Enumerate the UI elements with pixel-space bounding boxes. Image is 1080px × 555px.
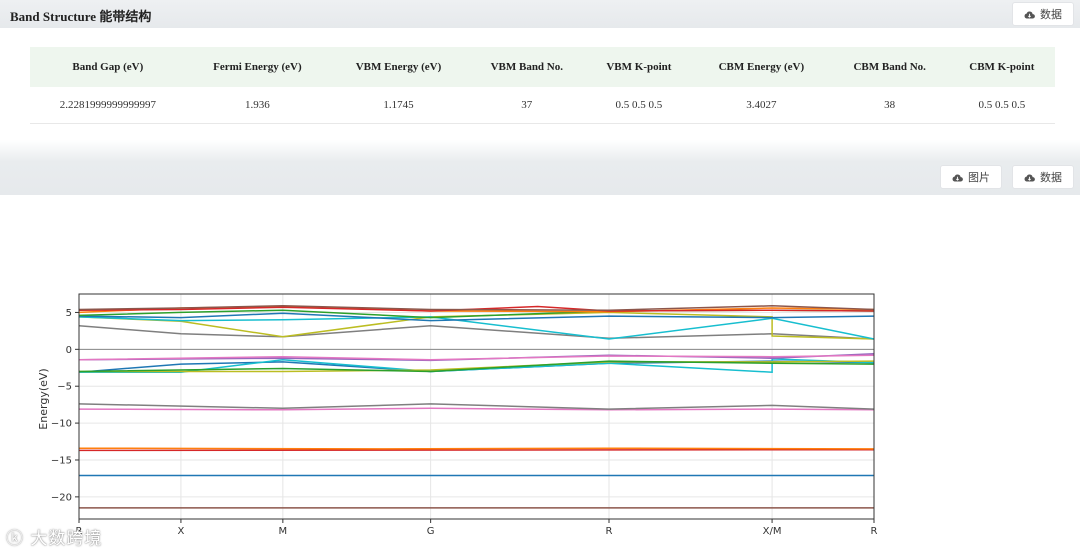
x-tick-label: G: [427, 526, 435, 537]
cloud-download-icon: [1024, 10, 1035, 19]
table-cell: 37: [467, 87, 586, 124]
y-tick-label: −10: [51, 419, 72, 430]
table-cell: 3.4027: [692, 87, 831, 124]
cloud-download-icon: [1024, 173, 1035, 182]
column-header: CBM Energy (eV): [718, 61, 805, 73]
cloud-download-icon: [952, 173, 963, 182]
y-tick-label: −20: [51, 492, 72, 503]
axes-layer: R X M G R X/M R50−5−10−15−20: [51, 293, 878, 537]
x-tick-label: R: [871, 526, 878, 537]
column-header: VBM K-point: [606, 61, 672, 73]
table-cell: 0.5 0.5 0.5: [948, 87, 1055, 124]
band-summary-table: Band Gap (eV) Fermi Energy (eV) VBM Ener…: [30, 47, 1055, 124]
table-cell: 2.2281999999999997: [30, 87, 186, 124]
x-tick-label: R: [606, 526, 613, 537]
band-line: [78, 407, 875, 411]
band-line: [78, 324, 875, 340]
band-line: [78, 316, 875, 340]
data-button-label: 数据: [1040, 9, 1062, 21]
table-row: 2.2281999999999997 1.936 1.1745 37 0.5 0…: [30, 87, 1055, 124]
page-title: Band Structure 能带结构: [10, 9, 152, 24]
y-tick-label: −5: [57, 382, 72, 393]
table-header-row: Band Gap (eV) Fermi Energy (eV) VBM Ener…: [30, 47, 1055, 87]
y-tick-label: 5: [66, 308, 72, 319]
table-cell: 1.936: [185, 87, 330, 124]
y-tick-label: −15: [51, 455, 72, 466]
column-header: Fermi Energy (eV): [213, 61, 302, 73]
band-line: [78, 312, 875, 322]
download-data-button[interactable]: 数据: [1012, 2, 1074, 26]
x-tick-label: X: [177, 526, 184, 537]
download-chart-data-button[interactable]: 数据: [1012, 165, 1074, 189]
watermark-logo: ⓚ 大数跨境: [6, 524, 102, 549]
band-line: [78, 447, 875, 450]
column-header: CBM K-point: [969, 61, 1035, 73]
bands-layer: [78, 305, 875, 509]
x-tick-label: M: [279, 526, 288, 537]
y-axis-label: Energy(eV): [37, 368, 50, 429]
watermark-text: 大数跨境: [30, 529, 103, 549]
watermark-icon: ⓚ: [6, 529, 31, 549]
column-header: CBM Band No.: [853, 61, 926, 73]
data-button-label: 数据: [1040, 172, 1062, 184]
band-structure-chart: R X M G R X/M R50−5−10−15−20 Energy(eV): [37, 293, 878, 537]
table-cell: 0.5 0.5 0.5: [585, 87, 693, 124]
image-button-label: 图片: [968, 172, 990, 184]
download-image-button[interactable]: 图片: [940, 165, 1002, 189]
column-header: Band Gap (eV): [72, 61, 144, 73]
column-header: VBM Band No.: [490, 61, 563, 73]
chart-toolbar: 图片 数据: [0, 140, 1080, 195]
x-tick-label: X/M: [763, 526, 782, 537]
table-cell: 1.1745: [329, 87, 468, 124]
y-tick-label: 0: [66, 345, 72, 356]
column-header: VBM Energy (eV): [355, 61, 442, 73]
section-header: Band Structure 能带结构 数据: [0, 0, 1080, 28]
band-line: [78, 448, 875, 452]
table-cell: 38: [830, 87, 949, 124]
